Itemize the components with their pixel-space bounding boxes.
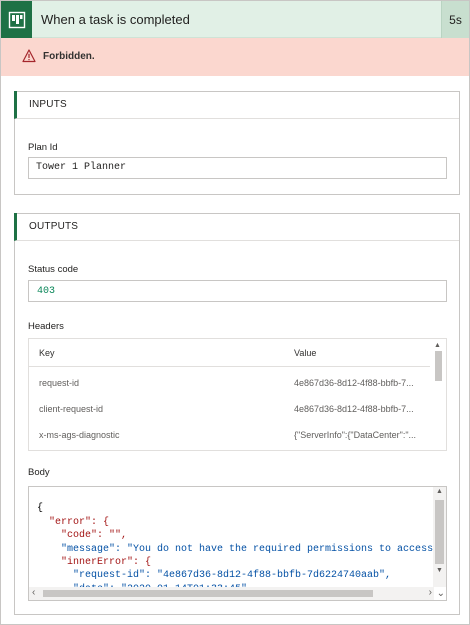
- column-header-value: Value: [294, 348, 317, 358]
- outputs-header: OUTPUTS: [14, 213, 459, 241]
- status-code-label: Status code: [28, 264, 79, 275]
- inputs-title: INPUTS: [29, 99, 67, 110]
- duration-badge: 5s: [441, 1, 469, 38]
- body-vertical-scrollbar[interactable]: ▲ ▼: [433, 487, 446, 587]
- inputs-header: INPUTS: [14, 91, 459, 119]
- plan-id-label: Plan Id: [28, 142, 58, 153]
- scrollbar-thumb[interactable]: [43, 590, 373, 597]
- header-value: {"ServerInfo":{"DataCenter":"...: [294, 430, 417, 440]
- header-key: client-request-id: [39, 404, 104, 414]
- code-line: "innerError": {: [37, 557, 152, 569]
- header-value: 4e867d36-8d12-4f88-bbfb-7...: [294, 404, 414, 414]
- code-line: "code": "",: [37, 530, 128, 542]
- table-row: x-ms-ags-diagnostic {"ServerInfo":{"Data…: [29, 421, 432, 447]
- header-value: 4e867d36-8d12-4f88-bbfb-7...: [294, 378, 414, 388]
- table-header-row: Key Value: [29, 339, 432, 367]
- chevron-right-icon[interactable]: ›: [429, 587, 432, 598]
- body-json-viewer[interactable]: { "error": { "code": "", "message": "You…: [28, 486, 447, 601]
- outputs-title: OUTPUTS: [29, 221, 79, 232]
- status-code-field[interactable]: 403: [28, 280, 447, 302]
- scrollbar-thumb[interactable]: [435, 500, 444, 564]
- body-label: Body: [28, 467, 50, 478]
- chevron-left-icon[interactable]: ‹: [32, 587, 35, 598]
- code-line: "request-id": "4e867d36-8d12-4f88-bbfb-7…: [37, 570, 392, 582]
- plan-id-field[interactable]: Tower 1 Planner: [28, 157, 447, 179]
- header-key: x-ms-ags-diagnostic: [39, 430, 120, 440]
- body-horizontal-scrollbar[interactable]: ‹ ›: [29, 587, 434, 600]
- headers-table[interactable]: Key Value request-id 4e867d36-8d12-4f88-…: [28, 338, 447, 451]
- table-row: request-id 4e867d36-8d12-4f88-bbfb-7...: [29, 369, 432, 395]
- headers-label: Headers: [28, 321, 64, 332]
- scroll-down-icon[interactable]: ▼: [436, 567, 443, 574]
- header-key: request-id: [39, 378, 80, 388]
- body-code: { "error": { "code": "", "message": "You…: [37, 489, 447, 600]
- outputs-card: OUTPUTS Status code 403 Headers Key Valu…: [14, 213, 460, 615]
- expand-chevron-icon[interactable]: ⌄: [437, 588, 445, 599]
- action-header[interactable]: When a task is completed 5s: [1, 1, 469, 38]
- error-banner: Forbidden.: [1, 38, 469, 76]
- column-header-key: Key: [39, 348, 55, 358]
- inputs-card: INPUTS Plan Id Tower 1 Planner: [14, 91, 460, 195]
- action-title: When a task is completed: [41, 12, 190, 27]
- table-row: client-request-id 4e867d36-8d12-4f88-bbf…: [29, 395, 432, 421]
- scroll-up-icon[interactable]: ▲: [436, 488, 443, 495]
- code-line: "message": "You do not have the required…: [37, 543, 447, 555]
- code-line: {: [37, 503, 44, 515]
- planner-icon: [1, 1, 32, 38]
- run-details-panel: When a task is completed 5s Forbidden. I…: [0, 0, 470, 625]
- warning-icon: [22, 49, 36, 63]
- scrollbar-thumb[interactable]: [435, 351, 442, 381]
- error-message: Forbidden.: [43, 51, 95, 62]
- code-line: "error": {: [37, 516, 110, 528]
- scroll-up-icon[interactable]: ▲: [434, 342, 441, 349]
- headers-scrollbar[interactable]: ▲: [430, 339, 446, 450]
